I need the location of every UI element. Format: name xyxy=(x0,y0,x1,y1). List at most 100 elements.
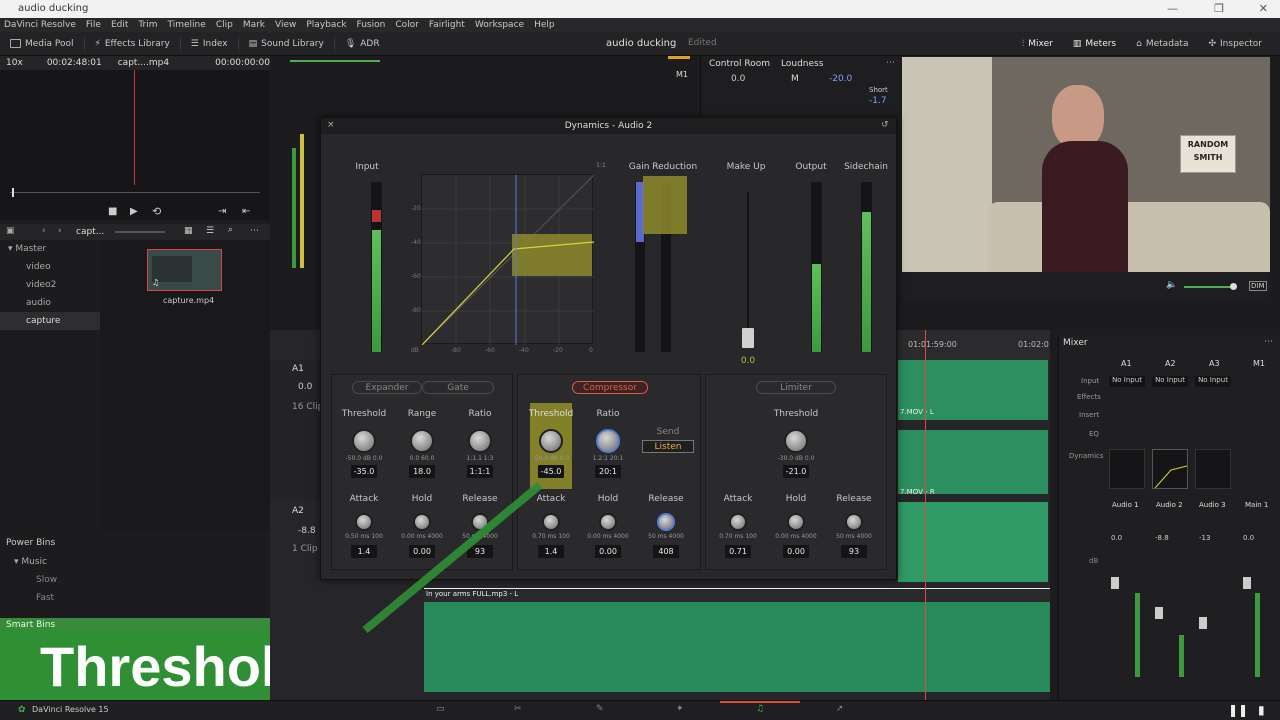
bin-item-master[interactable]: ▾ Master xyxy=(0,240,100,258)
media-page-icon[interactable]: ▭ xyxy=(436,704,445,714)
grid-view-icon[interactable]: ▦ xyxy=(184,226,193,236)
menu-item-view[interactable]: View xyxy=(275,20,296,30)
mixer-options-icon[interactable]: ⋯ xyxy=(1264,337,1273,347)
lim-attack-value[interactable]: 0.71 xyxy=(725,545,751,558)
send-button[interactable]: Send xyxy=(642,427,694,437)
clip-thumbnail[interactable]: ♫ xyxy=(147,249,222,291)
fader-a3[interactable] xyxy=(1199,617,1207,629)
back-icon[interactable]: ‹ xyxy=(42,226,46,236)
menu-item-color[interactable]: Color xyxy=(395,20,419,30)
more-icon[interactable]: ⋯ xyxy=(250,226,259,236)
comp-release-value[interactable]: 408 xyxy=(653,545,679,558)
dynamics-thumb-a2[interactable] xyxy=(1152,449,1188,489)
metadata-button[interactable]: ⌂ Metadata xyxy=(1126,32,1198,56)
search-icon[interactable]: ⌕ xyxy=(228,225,233,235)
menu-item-playback[interactable]: Playback xyxy=(306,20,346,30)
exp-range-value[interactable]: 18.0 xyxy=(409,465,435,478)
dynamics-thumb-a3[interactable] xyxy=(1195,449,1231,489)
sound-library-button[interactable]: ▤ Sound Library xyxy=(239,32,334,56)
video-preview[interactable]: RANDOM SMITH xyxy=(902,57,1270,272)
comp-ratio-value[interactable]: 20:1 xyxy=(595,465,621,478)
menu-item-trim[interactable]: Trim xyxy=(138,20,157,30)
effects-library-button[interactable]: ⚡ Effects Library xyxy=(85,32,180,56)
mixer-button[interactable]: ⫶ Mixer xyxy=(1012,32,1063,56)
dialog-close-icon[interactable]: × xyxy=(327,120,335,130)
mixer-input-a3[interactable]: No Input xyxy=(1195,376,1231,387)
volume-slider[interactable] xyxy=(1184,286,1232,288)
fader-m1[interactable] xyxy=(1243,577,1251,589)
listen-button[interactable]: Listen xyxy=(642,440,694,453)
power-bin-music[interactable]: ▾ Music xyxy=(0,551,100,573)
speaker-icon[interactable]: 🔈 xyxy=(1166,280,1177,290)
bin-list-toggle-icon[interactable]: ▣ xyxy=(6,226,15,236)
deliver-page-icon[interactable]: ➚ xyxy=(836,704,844,714)
makeup-slider-track[interactable] xyxy=(747,192,749,348)
adr-button[interactable]: 🎙 ADR xyxy=(335,32,390,56)
volume-handle[interactable] xyxy=(1230,283,1237,290)
exp-ratio-knob[interactable] xyxy=(468,429,492,453)
limiter-tab[interactable]: Limiter xyxy=(756,381,836,394)
loop-icon[interactable]: ⟲ xyxy=(152,205,161,218)
list-view-icon[interactable]: ☰ xyxy=(206,226,214,236)
lim-release-knob[interactable] xyxy=(845,513,863,531)
menu-item-edit[interactable]: Edit xyxy=(111,20,128,30)
clip-a1-left[interactable]: 7.MOV - L xyxy=(898,360,1048,420)
forward-icon[interactable]: › xyxy=(58,226,62,236)
exp-ratio-value[interactable]: 1:1:1 xyxy=(467,465,493,478)
clip-selector[interactable]: capt....mp4 xyxy=(118,58,169,68)
recording-icon[interactable]: ▮ xyxy=(1258,703,1265,717)
exp-threshold-knob[interactable] xyxy=(352,429,376,453)
scrub-handle[interactable] xyxy=(12,188,14,197)
thumb-size-slider[interactable] xyxy=(115,231,165,233)
menu-item-fusion[interactable]: Fusion xyxy=(357,20,386,30)
cut-page-icon[interactable]: ✂ xyxy=(514,704,522,714)
lim-threshold-knob[interactable] xyxy=(784,429,808,453)
bin-item-video2[interactable]: video2 xyxy=(0,276,100,294)
bin-item-audio[interactable]: audio xyxy=(0,294,100,312)
menu-item-fairlight[interactable]: Fairlight xyxy=(429,20,465,30)
dynamics-thumb-a1[interactable] xyxy=(1109,449,1145,489)
media-pool-button[interactable]: Media Pool xyxy=(0,32,84,56)
comp-ratio-knob[interactable] xyxy=(596,429,620,453)
compressor-tab[interactable]: Compressor xyxy=(572,381,648,394)
inspector-button[interactable]: ✣ Inspector xyxy=(1198,32,1272,56)
comp-threshold-value[interactable]: -45.0 xyxy=(538,465,564,478)
stop-icon[interactable]: ■ xyxy=(108,206,117,217)
menu-item-workspace[interactable]: Workspace xyxy=(475,20,524,30)
edit-page-icon[interactable]: ✎ xyxy=(596,704,604,714)
comp-release-knob[interactable] xyxy=(657,513,675,531)
playhead[interactable] xyxy=(925,330,926,700)
menu-item-mark[interactable]: Mark xyxy=(243,20,265,30)
pause-icon[interactable]: ❚❚ xyxy=(1228,703,1248,717)
fader-a2[interactable] xyxy=(1155,607,1163,619)
index-button[interactable]: ☰ Index xyxy=(181,32,238,56)
fusion-page-icon[interactable]: ✦ xyxy=(676,704,684,714)
comp-threshold-knob[interactable] xyxy=(539,429,563,453)
bin-item-video[interactable]: video xyxy=(0,258,100,276)
menu-item-file[interactable]: File xyxy=(86,20,101,30)
bin-item-capture[interactable]: capture xyxy=(0,312,100,330)
exp-threshold-value[interactable]: -35.0 xyxy=(351,465,377,478)
power-bin-slow[interactable]: Slow xyxy=(0,573,100,587)
exp-range-knob[interactable] xyxy=(410,429,434,453)
expander-tab[interactable]: Expander xyxy=(352,381,422,394)
gate-tab[interactable]: Gate xyxy=(422,381,494,394)
power-bin-fast[interactable]: Fast xyxy=(0,587,100,609)
comp-hold-value[interactable]: 0.00 xyxy=(595,545,621,558)
lim-attack-knob[interactable] xyxy=(729,513,747,531)
menu-item-help[interactable]: Help xyxy=(534,20,555,30)
transfer-graph[interactable] xyxy=(421,174,595,346)
close-icon[interactable]: ✕ xyxy=(1259,2,1268,15)
zoom-dropdown[interactable]: 10x xyxy=(6,58,31,68)
menu-item-timeline[interactable]: Timeline xyxy=(168,20,206,30)
fader-a1[interactable] xyxy=(1111,577,1119,589)
mixer-input-a2[interactable]: No Input xyxy=(1152,376,1188,387)
lim-release-value[interactable]: 93 xyxy=(841,545,867,558)
dialog-reset-icon[interactable]: ↺ xyxy=(881,120,889,130)
scrub-bar[interactable] xyxy=(10,192,260,193)
source-viewer[interactable]: ■ ▶ ⟲ ⇥ ⇤ xyxy=(0,70,270,220)
restore-icon[interactable]: ❐ xyxy=(1214,2,1224,15)
makeup-slider-handle[interactable] xyxy=(742,328,754,348)
lim-hold-knob[interactable] xyxy=(787,513,805,531)
lim-hold-value[interactable]: 0.00 xyxy=(783,545,809,558)
